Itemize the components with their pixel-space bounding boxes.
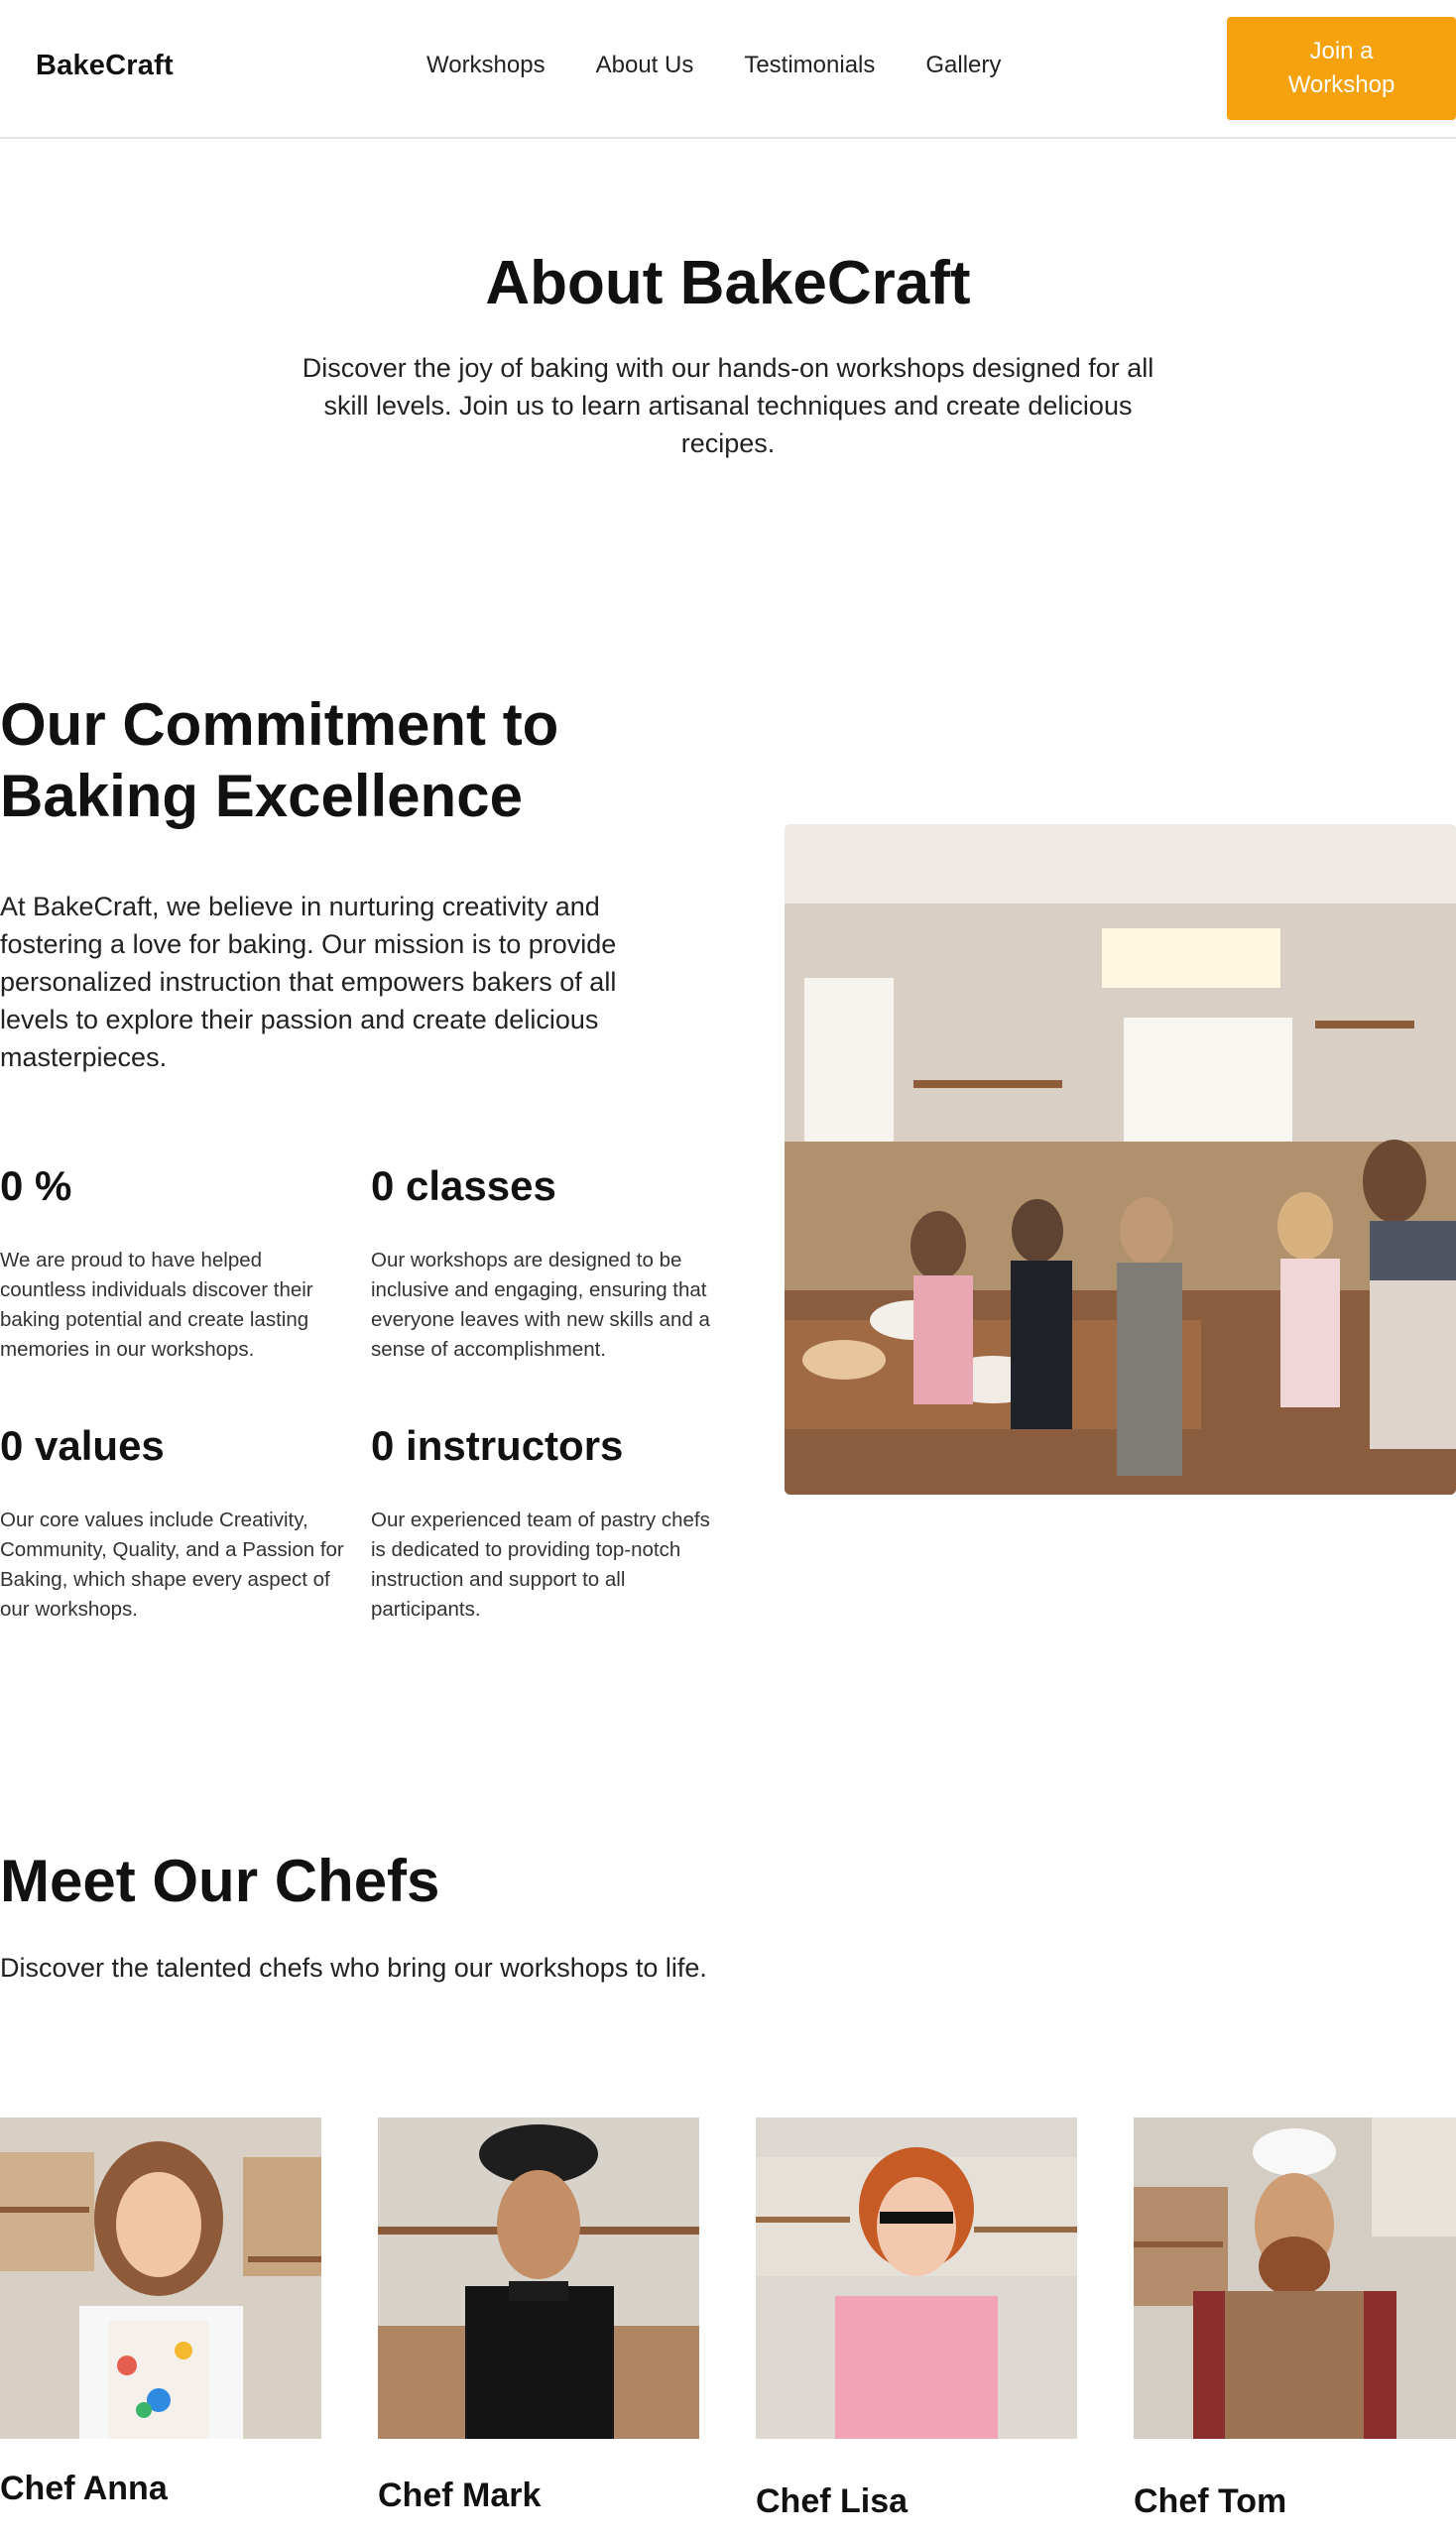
stat-title-instructors: 0 instructors: [371, 1422, 624, 1469]
about-intro: Discover the joy of baking with our hand…: [302, 353, 1154, 458]
nav-gallery[interactable]: Gallery: [925, 52, 1001, 79]
chef-lisa-photo: [756, 2117, 1077, 2439]
about-title: About BakeCraft: [485, 249, 971, 317]
nav-workshops[interactable]: Workshops: [426, 52, 546, 79]
chef-mark-photo: [378, 2117, 699, 2439]
chef-tom-photo: [1134, 2117, 1456, 2439]
chef-anna-photo: [0, 2117, 321, 2439]
chef-tom-illustration: [1134, 2117, 1456, 2439]
commitment-title: Our Commitment to Baking Excellence: [0, 691, 559, 829]
kitchen-workshop-image: [785, 824, 1456, 1495]
chef-name-lisa: Chef Lisa: [756, 2482, 909, 2520]
commitment-text: At BakeCraft, we believe in nurturing cr…: [0, 892, 617, 1072]
stat-desc-classes: Our workshops are designed to be inclusi…: [371, 1249, 710, 1361]
kitchen-workshop-illustration: [785, 824, 1456, 1495]
chef-name-tom: Chef Tom: [1134, 2482, 1287, 2520]
stat-title-values: 0 values: [0, 1422, 165, 1469]
stat-desc-instructors: Our experienced team of pastry chefs is …: [371, 1509, 710, 1621]
join-workshop-label: Join a Workshop: [1287, 38, 1395, 98]
stat-desc-values: Our core values include Creativity, Comm…: [0, 1509, 344, 1621]
chef-mark-illustration: [378, 2117, 699, 2439]
chef-name-mark: Chef Mark: [378, 2477, 542, 2514]
chef-lisa-illustration: [756, 2117, 1077, 2439]
site-header: BakeCraft Workshops About Us Testimonial…: [0, 0, 1456, 139]
stat-title-percent: 0 %: [0, 1162, 72, 1209]
logo[interactable]: BakeCraft: [36, 50, 174, 82]
nav-testimonials[interactable]: Testimonials: [744, 52, 875, 79]
join-workshop-button[interactable]: Join a Workshop: [1227, 17, 1456, 120]
stat-title-classes: 0 classes: [371, 1162, 556, 1209]
chef-name-anna: Chef Anna: [0, 2470, 168, 2507]
chef-anna-illustration: [0, 2117, 321, 2439]
chefs-title: Meet Our Chefs: [0, 1848, 440, 1914]
nav-about-us[interactable]: About Us: [596, 52, 694, 79]
main-nav: Workshops About Us Testimonials Gallery: [426, 52, 1001, 79]
stat-desc-percent: We are proud to have helped countless in…: [0, 1249, 313, 1361]
chefs-subtitle: Discover the talented chefs who bring ou…: [0, 1953, 707, 1983]
